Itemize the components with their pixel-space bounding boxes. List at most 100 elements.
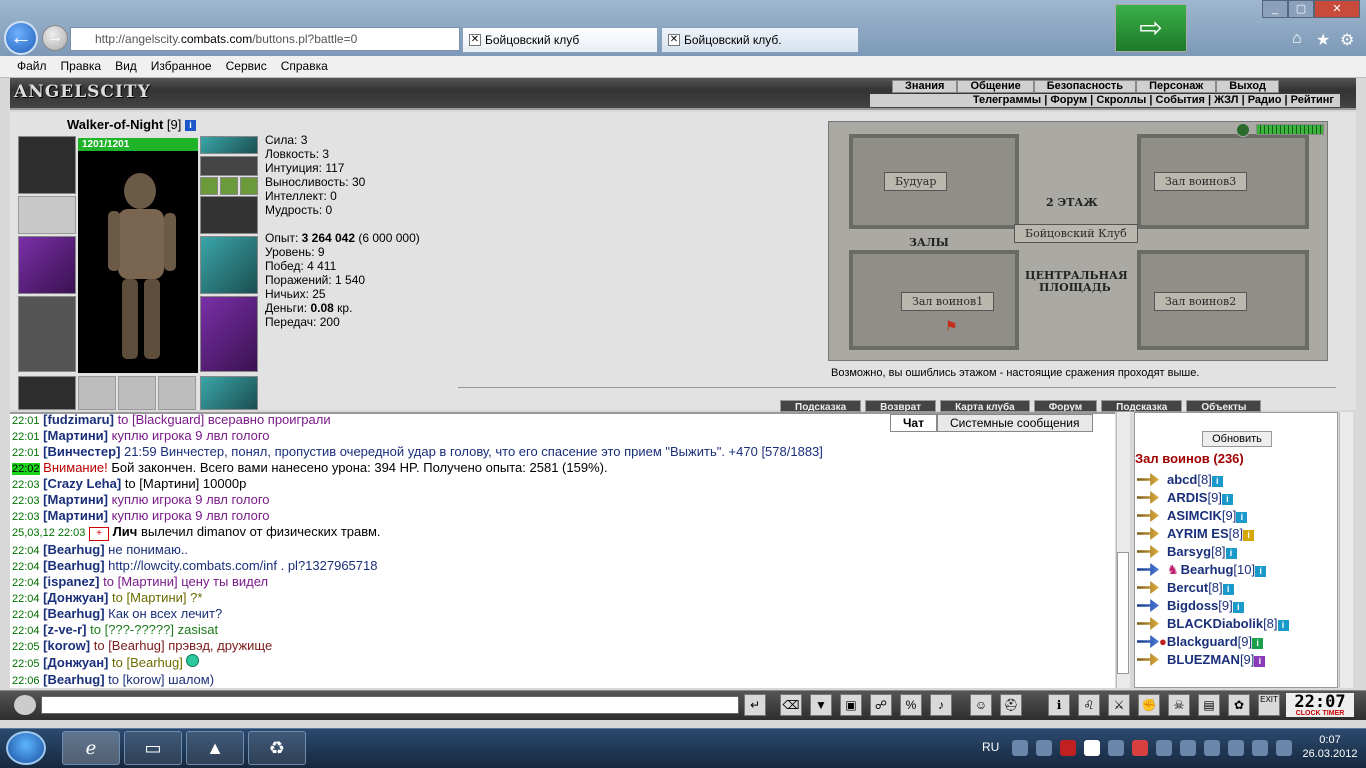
helmet-slot[interactable] [18, 136, 76, 194]
user-name[interactable]: BLUEZMAN [1167, 652, 1240, 667]
user-row[interactable]: ♞ Bearhug[10] i [1137, 562, 1267, 578]
club-map-button[interactable]: Карта клуба [940, 400, 1030, 412]
chat-nick[interactable]: [ispanez] [43, 574, 99, 589]
ring-slot-2[interactable] [220, 177, 238, 195]
chat-nick[interactable]: [Bearhug] [43, 672, 104, 687]
empty-slot-2[interactable] [118, 376, 156, 410]
weapon-slot[interactable] [18, 236, 76, 294]
minimize-button[interactable]: _ [1262, 0, 1288, 18]
user-row[interactable]: abcd[8] i [1137, 472, 1223, 487]
user-info-icon[interactable]: i [1222, 584, 1234, 595]
user-name[interactable]: AYRIM ES [1167, 526, 1229, 541]
tray-icon-2[interactable] [1036, 740, 1052, 756]
room-label-fightclub[interactable]: Бойцовский Клуб [1014, 224, 1138, 243]
rate-icon[interactable]: % [900, 694, 922, 716]
chat-nick[interactable]: [Мартини] [43, 428, 108, 443]
menu-edit[interactable]: Правка [54, 56, 109, 76]
tray-icon-5[interactable] [1156, 740, 1172, 756]
app-taskbar-icon[interactable]: ▲ [186, 731, 244, 765]
chat-to[interactable]: to [Blackguard] [118, 412, 205, 427]
speaker-icon[interactable] [14, 695, 36, 715]
user-info-icon[interactable]: i [1236, 512, 1248, 523]
forum-button[interactable]: Форум [1033, 400, 1098, 412]
mask-icon[interactable]: ☠ [1168, 694, 1190, 716]
flag-tray-icon[interactable] [1180, 740, 1196, 756]
language-indicator[interactable]: RU [982, 740, 999, 754]
return-button[interactable]: Возврат [865, 400, 937, 412]
menu-help[interactable]: Справка [274, 56, 335, 76]
clock-timer-labels[interactable]: CLOCK TIMER [1287, 710, 1353, 717]
tray-icon-4[interactable] [1132, 740, 1148, 756]
chat-to[interactable]: to [Мартини] [103, 574, 177, 589]
help-button[interactable]: Подсказка [1101, 400, 1183, 412]
menu-tools[interactable]: Сервис [219, 56, 274, 76]
tray-icon-26[interactable] [1084, 740, 1100, 756]
user-info-icon[interactable]: i [1221, 494, 1233, 505]
tab-1[interactable]: ✕ Бойцовский клуб [462, 27, 658, 53]
chat-to[interactable]: to [Мартини] [125, 476, 199, 491]
user-info-icon[interactable]: i [1243, 530, 1255, 541]
user-name[interactable]: ASIMCIK [1167, 508, 1222, 523]
user-info-icon[interactable]: i [1232, 602, 1244, 613]
user-name[interactable]: Bigdoss [1167, 598, 1218, 613]
chat-nick[interactable]: [Bearhug] [43, 606, 104, 621]
user-name[interactable]: Bercut [1167, 580, 1208, 595]
ring-slot-3[interactable] [240, 177, 258, 195]
info-button-icon[interactable]: ℹ [1048, 694, 1070, 716]
chat-nick[interactable]: [Донжуан] [43, 655, 108, 670]
refresh-button[interactable]: Обновить [1202, 431, 1272, 447]
leggings-slot[interactable] [200, 296, 258, 372]
start-button[interactable] [6, 731, 46, 765]
tab-chat[interactable]: Чат [890, 414, 937, 432]
tools-gear-icon[interactable]: ⚙ [1340, 30, 1354, 50]
armor-slot[interactable] [18, 296, 76, 372]
chat-to[interactable]: to [Bearhug] [112, 655, 183, 670]
back-button[interactable]: ← [4, 21, 38, 55]
nav-character[interactable]: Персонаж [1136, 80, 1217, 93]
filter-icon[interactable]: ▼ [810, 694, 832, 716]
chat-nick[interactable]: [z-ve-r] [43, 622, 86, 637]
tray-icon-7[interactable] [1252, 740, 1268, 756]
chat-nick[interactable]: [Винчестер] [43, 444, 120, 459]
ie-taskbar-icon[interactable]: ℯ [62, 731, 120, 765]
system-clock[interactable]: 0:07 26.03.2012 [1300, 733, 1360, 761]
refresh-map-icon[interactable] [1236, 123, 1250, 137]
boots-slot[interactable] [200, 376, 258, 410]
exit-icon[interactable]: EXIT [1258, 694, 1280, 716]
network-tray-icon[interactable] [1204, 740, 1220, 756]
character-name[interactable]: Walker-of-Night [67, 117, 163, 132]
user-name[interactable]: Barsyg [1167, 544, 1211, 559]
recycle-taskbar-icon[interactable]: ♻ [248, 731, 306, 765]
sub-nav[interactable]: Телеграммы | Форум | Скроллы | События |… [870, 94, 1340, 107]
user-info-icon[interactable]: i [1255, 566, 1267, 577]
chat-to[interactable]: to [???-?????] [90, 622, 174, 637]
eraser-icon[interactable]: ⌫ [780, 694, 802, 716]
user-name[interactable]: abcd [1167, 472, 1197, 487]
user-info-icon[interactable]: i [1211, 476, 1223, 487]
user-row[interactable]: BLACKDiabolik[8] i [1137, 616, 1289, 631]
user-name[interactable]: BLACKDiabolik [1167, 616, 1263, 631]
user-row[interactable]: ASIMCIK[9] i [1137, 508, 1248, 523]
gloves-slot[interactable] [200, 196, 258, 234]
user-info-icon[interactable]: i [1277, 620, 1289, 631]
nav-security[interactable]: Безопасность [1033, 80, 1137, 93]
room-label-hall2[interactable]: Зал воинов2 [1154, 292, 1248, 311]
fist-icon[interactable]: ✊ [1138, 694, 1160, 716]
backpack-icon[interactable]: ▤ [1198, 694, 1220, 716]
home-icon[interactable]: ⌂ [1292, 30, 1302, 48]
chat-to[interactable]: to [Bearhug] [94, 638, 165, 653]
online-scrollbar[interactable] [1339, 412, 1353, 688]
tray-icon-3[interactable] [1108, 740, 1124, 756]
chat-nick[interactable]: [fudzimaru] [43, 412, 114, 427]
nav-exit[interactable]: Выход [1216, 80, 1279, 93]
tab-system-messages[interactable]: Системные сообщения [936, 414, 1093, 432]
shield-slot[interactable] [200, 236, 258, 294]
empty-slot-3[interactable] [158, 376, 196, 410]
paw-icon[interactable]: ✿ [1228, 694, 1250, 716]
room-label-hall3[interactable]: Зал воинов3 [1154, 172, 1248, 191]
empty-slot-1[interactable] [78, 376, 116, 410]
forward-button[interactable]: → [42, 25, 68, 51]
explorer-taskbar-icon[interactable]: ▭ [124, 731, 182, 765]
amulet-slot[interactable] [200, 136, 258, 154]
chat-nick[interactable]: [Crazy Leha] [43, 476, 121, 491]
